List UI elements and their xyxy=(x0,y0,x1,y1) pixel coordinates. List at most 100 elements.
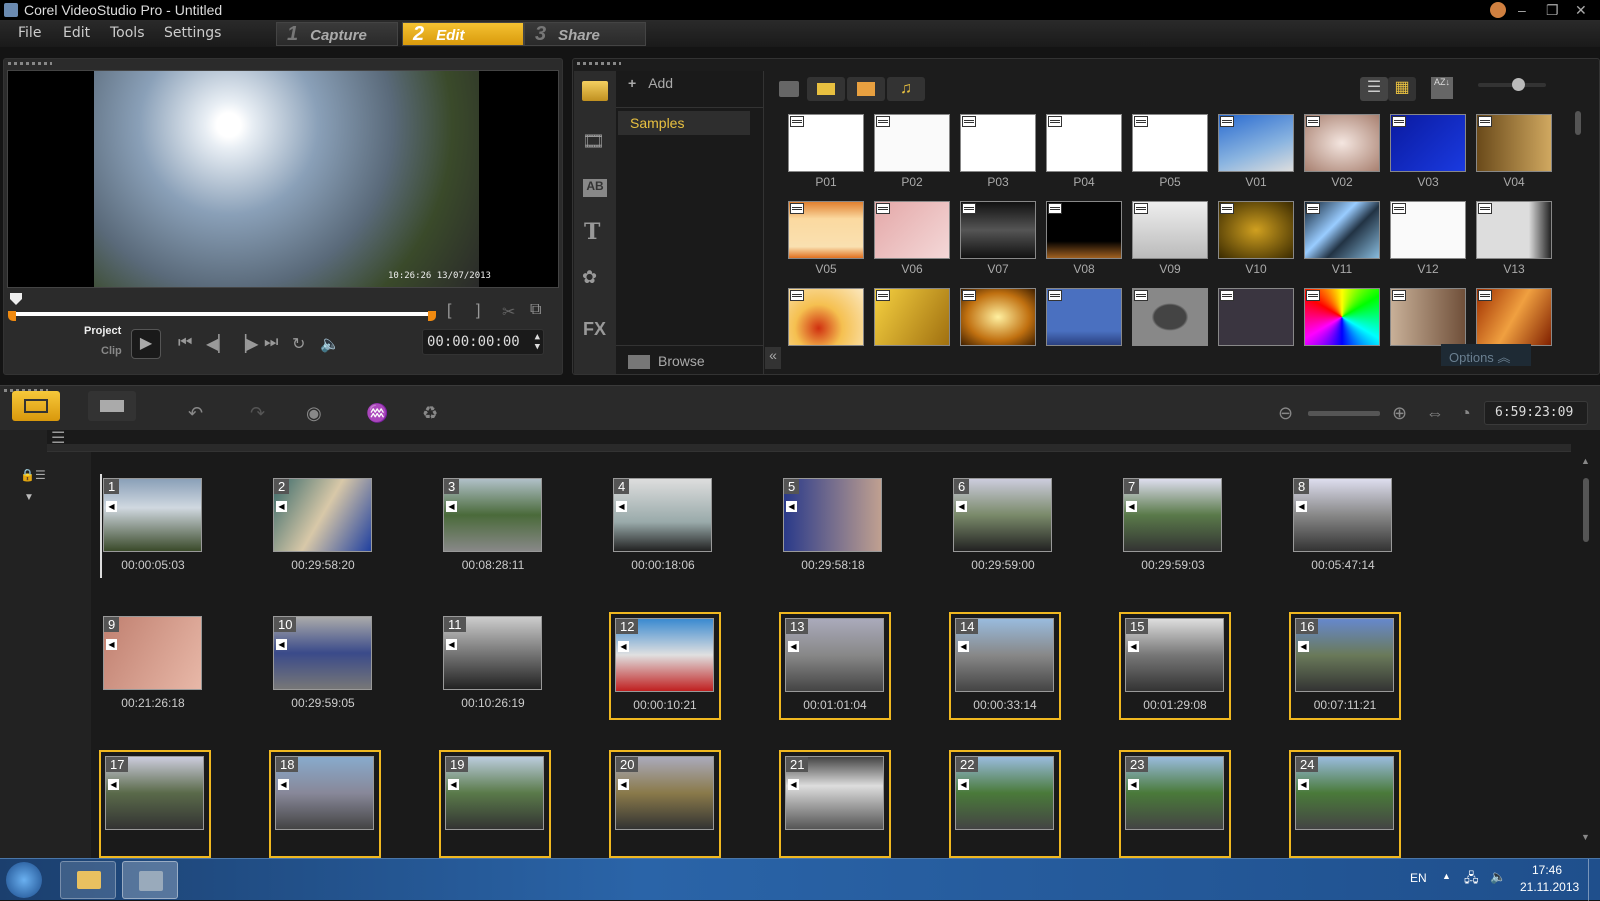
storyboard-clip[interactable]: 6 ◀ 00:29:59:00 xyxy=(949,474,1061,582)
record-capture-icon[interactable]: ◉ xyxy=(306,403,322,424)
minimize-button[interactable]: – xyxy=(1518,0,1526,20)
track-manager-icon[interactable]: 🔒☰ xyxy=(20,468,46,482)
sort-az-icon[interactable]: AZ↓ xyxy=(1431,77,1453,99)
storyboard-clip[interactable]: 7 ◀ 00:29:59:03 xyxy=(1119,474,1231,582)
sound-mixer-icon[interactable]: ♒ xyxy=(366,403,388,424)
library-thumbnail[interactable] xyxy=(1476,201,1552,259)
redo-icon[interactable]: ↷ xyxy=(250,403,265,424)
menu-tools[interactable]: Tools xyxy=(110,25,145,41)
library-thumbnail[interactable] xyxy=(788,114,864,172)
timecode-field[interactable]: 00:00:00:00 ▲ ▼ xyxy=(422,329,544,355)
trim-start-marker[interactable] xyxy=(8,311,16,321)
media-icon[interactable] xyxy=(582,81,608,101)
split-clip-scissors-icon[interactable]: ✂ xyxy=(502,302,515,322)
library-thumbnail[interactable] xyxy=(1390,114,1466,172)
menu-edit[interactable]: Edit xyxy=(63,25,90,41)
library-thumbnail[interactable] xyxy=(960,201,1036,259)
taskbar-videostudio-button[interactable] xyxy=(122,861,178,899)
storyboard-clip[interactable]: 23 ◀ xyxy=(1119,750,1231,858)
restore-button[interactable]: ❐ xyxy=(1546,0,1559,20)
network-icon[interactable]: 🖧 xyxy=(1464,869,1479,891)
mode-clip[interactable]: Clip xyxy=(101,345,122,357)
library-thumbnail[interactable] xyxy=(1390,288,1466,346)
library-thumbnail[interactable] xyxy=(1046,114,1122,172)
scroll-thumb[interactable] xyxy=(1583,478,1589,542)
playhead-handle[interactable] xyxy=(10,293,22,305)
storyboard-clip[interactable]: 21 ◀ xyxy=(779,750,891,858)
storyboard-clip[interactable]: 2 ◀ 00:29:58:20 xyxy=(269,474,381,582)
slider-knob[interactable] xyxy=(1512,78,1525,91)
title-icon[interactable]: T xyxy=(584,219,600,245)
storyboard-clip[interactable]: 22 ◀ xyxy=(949,750,1061,858)
show-audio-toggle[interactable]: ♫ xyxy=(887,77,925,101)
add-folder-button[interactable]: + Add xyxy=(628,75,673,91)
library-thumbnail[interactable] xyxy=(1218,288,1294,346)
library-thumbnail[interactable] xyxy=(1218,114,1294,172)
collapse-library-button[interactable]: « xyxy=(765,347,781,369)
mark-out-button[interactable]: ] xyxy=(476,302,480,320)
library-thumbnail[interactable] xyxy=(960,114,1036,172)
auto-music-icon[interactable]: ♻ xyxy=(422,403,438,424)
storyboard-clip[interactable]: 11 ◀ 00:10:26:19 xyxy=(439,612,551,720)
menu-file[interactable]: File xyxy=(18,25,41,41)
library-thumbnail[interactable] xyxy=(788,201,864,259)
play-button[interactable]: ▶ xyxy=(131,329,161,359)
timecode-stepper[interactable]: ▲ ▼ xyxy=(535,332,540,352)
timeline-view-button[interactable] xyxy=(88,391,136,421)
options-button[interactable]: Options ︽ xyxy=(1441,344,1531,366)
library-thumbnail[interactable] xyxy=(874,201,950,259)
storyboard-clip[interactable]: 17 ◀ xyxy=(99,750,211,858)
menu-settings[interactable]: Settings xyxy=(164,25,221,41)
library-scrollbar[interactable] xyxy=(1575,111,1581,135)
track-dropdown-icon[interactable]: ▼ xyxy=(24,492,34,503)
volume-tray-icon[interactable]: 🔈 xyxy=(1490,869,1506,885)
trim-end-marker[interactable] xyxy=(428,311,436,321)
fit-project-icon[interactable]: ⇔ xyxy=(1426,403,1444,424)
library-thumbnail[interactable] xyxy=(1304,114,1380,172)
graphic-icon[interactable]: ✿ xyxy=(582,267,597,288)
tab-share[interactable]: 3 Share xyxy=(524,22,646,46)
home-icon[interactable]: ⏮ xyxy=(178,334,192,352)
undo-icon[interactable]: ↶ xyxy=(188,403,203,424)
storyboard-clip[interactable]: 4 ◀ 00:00:18:06 xyxy=(609,474,721,582)
thumbnail-size-slider[interactable] xyxy=(1478,78,1546,91)
library-thumbnail[interactable] xyxy=(1390,201,1466,259)
storyboard-clip[interactable]: 13 ◀ 00:01:01:04 xyxy=(779,612,891,720)
close-button[interactable]: ✕ xyxy=(1575,0,1587,20)
previous-frame-icon[interactable]: ◀▏ xyxy=(206,334,231,354)
zoom-slider[interactable] xyxy=(1308,411,1380,416)
storyboard-scrollbar[interactable]: ▲ ▼ xyxy=(1580,456,1592,848)
zoom-in-icon[interactable]: ⊕ xyxy=(1392,403,1407,424)
library-thumbnail[interactable] xyxy=(1304,201,1380,259)
storyboard-clip[interactable]: 5 ◀ 00:29:58:18 xyxy=(779,474,891,582)
library-thumbnail[interactable] xyxy=(1218,201,1294,259)
storyboard-clip[interactable]: 14 ◀ 00:00:33:14 xyxy=(949,612,1061,720)
mode-project[interactable]: Project xyxy=(84,325,121,337)
panel-grip[interactable] xyxy=(8,62,52,65)
tab-capture[interactable]: 1 Capture xyxy=(276,22,398,46)
library-thumbnail[interactable] xyxy=(1132,288,1208,346)
storyboard-clip[interactable]: 24 ◀ xyxy=(1289,750,1401,858)
thumbnail-view-button[interactable]: ▦ xyxy=(1388,77,1416,101)
storyboard-clip[interactable]: 20 ◀ xyxy=(609,750,721,858)
preview-window[interactable]: 10:26:26 13/07/2013 xyxy=(7,70,559,288)
taskbar-explorer-button[interactable] xyxy=(60,861,116,899)
language-indicator[interactable]: EN xyxy=(1410,871,1427,885)
storyboard-clip[interactable]: 3 ◀ 00:08:28:11 xyxy=(439,474,551,582)
folder-open-icon[interactable] xyxy=(779,81,799,97)
volume-icon[interactable]: 🔈 xyxy=(320,334,340,354)
repeat-icon[interactable]: ↻ xyxy=(292,334,305,354)
scrubber-track[interactable] xyxy=(16,312,428,316)
start-button[interactable] xyxy=(6,862,42,898)
browse-button[interactable]: Browse xyxy=(628,353,705,370)
library-thumbnail[interactable] xyxy=(788,288,864,346)
library-thumbnail[interactable] xyxy=(1132,201,1208,259)
enlarge-preview-icon[interactable]: ⧉ xyxy=(530,301,541,319)
instant-project-icon[interactable]: 🎞 xyxy=(582,131,605,152)
storyboard-clip[interactable]: 15 ◀ 00:01:29:08 xyxy=(1119,612,1231,720)
library-thumbnail[interactable] xyxy=(1132,114,1208,172)
show-videos-toggle[interactable] xyxy=(807,77,845,101)
library-thumbnail[interactable] xyxy=(1046,201,1122,259)
library-thumbnail[interactable] xyxy=(874,114,950,172)
show-desktop-button[interactable] xyxy=(1588,859,1600,901)
